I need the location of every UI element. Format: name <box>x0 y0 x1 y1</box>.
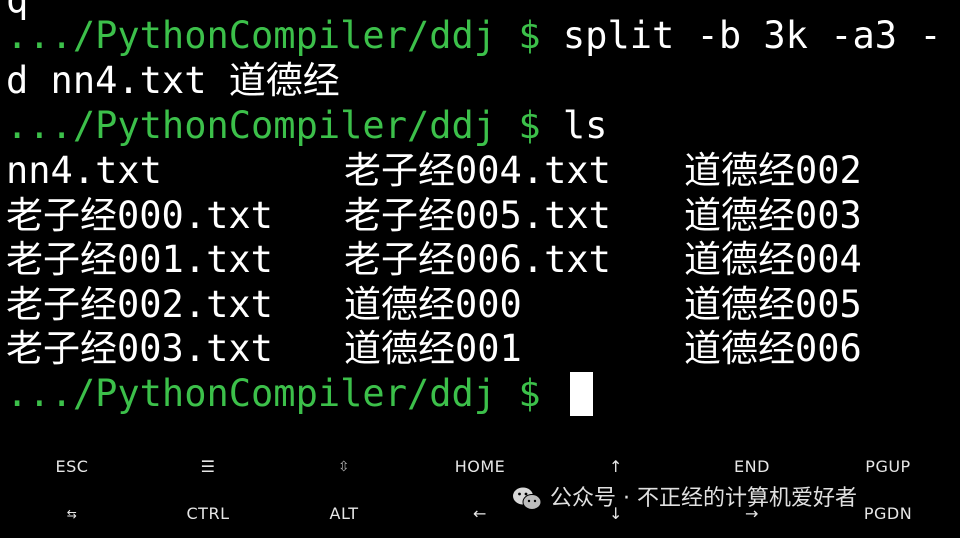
command-line-split: .../PythonCompiler/ddj $ split -b 3k -a3… <box>6 14 942 58</box>
ls-entry: 道德经005 <box>684 283 862 326</box>
ls-entry: 老子经003.txt <box>6 327 273 370</box>
ls-entry: 道德经003 <box>684 194 862 237</box>
ls-entry: 老子经004.txt <box>344 149 611 192</box>
home-key[interactable]: HOME <box>455 447 506 487</box>
text-cursor <box>570 372 593 416</box>
command-line-current[interactable]: .../PythonCompiler/ddj $ <box>6 372 541 416</box>
prompt-text: .../PythonCompiler/ddj $ <box>6 104 541 147</box>
ls-entry: 道德经004 <box>684 238 862 281</box>
ls-entry: 老子经001.txt <box>6 238 273 281</box>
keyboard-toggle-key[interactable]: ⇳ <box>324 447 364 487</box>
ls-entry: nn4.txt <box>6 149 162 192</box>
prompt-text: .../PythonCompiler/ddj $ <box>6 14 541 57</box>
esc-key[interactable]: ESC <box>52 447 92 487</box>
command-text: split -b 3k -a3 - <box>540 14 942 57</box>
command-line-split-continued: d nn4.txt 道德经 <box>6 59 340 103</box>
ls-entry: 老子经005.txt <box>344 194 611 237</box>
pgup-key[interactable]: PGUP <box>865 447 910 487</box>
ls-entry: 老子经000.txt <box>6 194 273 237</box>
ls-entry: 老子经006.txt <box>344 238 611 281</box>
ls-entry: 道德经001 <box>344 327 522 370</box>
ls-entry: 老子经002.txt <box>6 283 273 326</box>
ls-entry: 道德经006 <box>684 327 862 370</box>
ls-entry: 道德经000 <box>344 283 522 326</box>
watermark: 公众号 · 不正经的计算机爱好者 <box>512 481 857 517</box>
left-arrow-key[interactable]: ← <box>460 494 500 534</box>
drawer-key[interactable]: ☰ <box>188 447 228 487</box>
alt-key[interactable]: ALT <box>324 494 364 534</box>
ctrl-key[interactable]: CTRL <box>187 494 230 534</box>
command-text: d nn4.txt 道德经 <box>6 59 340 102</box>
wechat-icon <box>513 487 542 510</box>
command-text: ls <box>540 104 608 147</box>
pgdn-key[interactable]: PGDN <box>864 494 912 534</box>
command-line-ls: .../PythonCompiler/ddj $ ls <box>6 104 607 148</box>
terminal-output[interactable]: q .../PythonCompiler/ddj $ split -b 3k -… <box>0 0 960 440</box>
prompt-text: .../PythonCompiler/ddj $ <box>6 372 541 415</box>
ls-entry: 道德经002 <box>684 149 862 192</box>
tab-key[interactable]: ⇆ <box>52 494 92 534</box>
watermark-text: 公众号 · 不正经的计算机爱好者 <box>550 486 857 511</box>
